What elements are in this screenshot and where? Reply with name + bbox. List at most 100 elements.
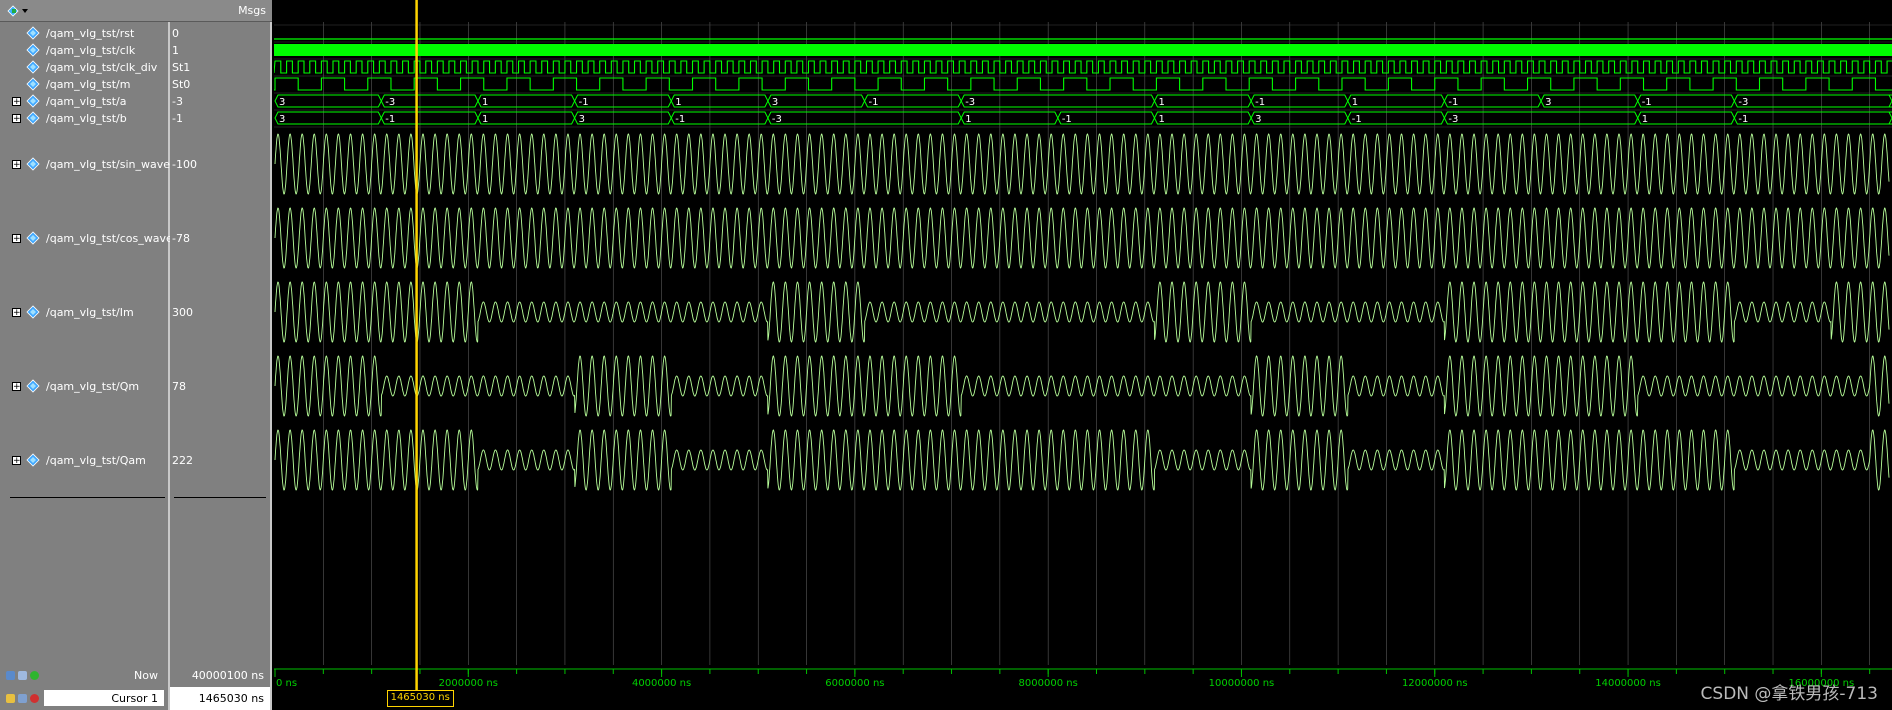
signal-name-pane: /qam_vlg_tst/rst/qam_vlg_tst/clk/qam_vlg… <box>0 22 173 665</box>
time-ruler[interactable]: 0 ns 2000000 ns 4000000 ns 6000000 ns 800000… <box>274 665 1892 710</box>
now-value-box: 40000100 ns <box>170 665 272 687</box>
cursor-label: Cursor 1 <box>111 692 158 705</box>
bus_a-label: -1 <box>1448 97 1458 108</box>
bus_a-segment <box>1540 94 1639 108</box>
expand-icon[interactable]: + <box>12 234 21 244</box>
signal-value: 1 <box>172 44 179 57</box>
signal-value: -78 <box>172 232 190 245</box>
expand-icon[interactable]: + <box>12 308 21 318</box>
signal-name: /qam_vlg_tst/clk_div <box>46 61 158 74</box>
bus_b-label: -1 <box>1062 114 1072 125</box>
bus_a-label: 1 <box>482 97 488 108</box>
bus_b-segment <box>274 111 382 125</box>
waveform-pane[interactable]: 3 -3 1 -1 1 3 -1 -3 1 -1 1 -1 3 -1 -3 1 3 -1 1 3 -1 -3 1 -1 1 3 -1… <box>273 0 1892 665</box>
bus_a-segment <box>767 94 866 108</box>
expand-icon[interactable]: + <box>12 382 21 392</box>
bus_a-segment <box>1443 94 1542 108</box>
waveform-canvas[interactable]: 3 -3 1 -1 1 3 -1 -3 1 -1 1 -1 3 -1 -3 1 3 -1 1 3 -1 -3 1 -1 1 3 -1… <box>273 0 1892 665</box>
bus_b-label: 1 <box>482 114 488 125</box>
ruler-tick-label: 10000000 ns <box>1209 678 1275 689</box>
bus_a-label: -1 <box>1255 97 1265 108</box>
lock-icon[interactable] <box>6 694 15 703</box>
cursor-label-box: Cursor 1 <box>0 687 170 710</box>
zoom-icon[interactable] <box>6 671 15 680</box>
signal-value: St1 <box>172 61 191 74</box>
insert-cursor-icon[interactable] <box>18 671 27 680</box>
bus_b-label: 3 <box>1255 114 1261 125</box>
bus_b-segment <box>1057 111 1156 125</box>
bus_b-segment <box>1250 111 1349 125</box>
bus_b-segment <box>1347 111 1445 125</box>
expand-icon[interactable]: + <box>12 114 21 124</box>
bus_b-label: 3 <box>279 114 285 125</box>
cursor-value: 1465030 ns <box>198 692 264 705</box>
bus_b-segment <box>477 111 576 125</box>
bus_b-label: -1 <box>385 114 395 125</box>
bus_a-label: -3 <box>1738 97 1748 108</box>
delete-cursor-icon[interactable] <box>30 694 39 703</box>
signal-name: /qam_vlg_tst/m <box>46 78 131 91</box>
signal-diamond-icon <box>26 305 40 319</box>
signal-diamond-icon <box>26 60 40 74</box>
bus_a-label: -3 <box>965 97 975 108</box>
ruler-tick-label: 0 ns <box>276 678 297 689</box>
bus_b-segment <box>767 111 962 125</box>
bus_b-segment <box>670 111 769 125</box>
signal-name: /qam_vlg_tst/sin_wave <box>46 158 171 171</box>
modelsim-wave-window: Msgs /qam_vlg_tst/rst/qam_vlg_tst/clk/qa… <box>0 0 1892 710</box>
bus_b-label: -3 <box>1448 114 1458 125</box>
bus_b-segment <box>1443 111 1639 125</box>
expand-icon[interactable]: + <box>12 160 21 170</box>
bus_a-label: 3 <box>1545 97 1551 108</box>
bus_b-segment <box>574 111 672 125</box>
bus_b-label: -1 <box>675 114 685 125</box>
ruler-tick-label: 14000000 ns <box>1595 678 1661 689</box>
signal-diamond-icon <box>26 26 40 40</box>
cursor-value-box[interactable]: 1465030 ns <box>170 687 272 710</box>
add-cursor-icon[interactable] <box>30 671 39 680</box>
insertion-divider <box>10 497 165 498</box>
signal-diamond-icon <box>26 111 40 125</box>
signal-diamond-icon <box>26 43 40 57</box>
signal-name: /qam_vlg_tst/Qam <box>46 454 146 467</box>
ruler-tick-label: 8000000 ns <box>1019 678 1078 689</box>
signal-diamond-icon <box>26 231 40 245</box>
bus_a-segment <box>380 94 479 108</box>
signal-value: 300 <box>172 306 193 319</box>
signal-name-header <box>0 0 170 22</box>
signal-name: /qam_vlg_tst/rst <box>46 27 135 40</box>
bus_b-label: -3 <box>772 114 782 125</box>
sin-wave-trace <box>274 133 1890 195</box>
bus_a-label: 3 <box>772 97 778 108</box>
bus_a-segment <box>863 94 962 108</box>
signal-name: /qam_vlg_tst/a <box>46 95 127 108</box>
signal-name: /qam_vlg_tst/Im <box>46 306 134 319</box>
signal-value: 78 <box>172 380 186 393</box>
bus_a-label: 1 <box>675 97 681 108</box>
bus_a-label: -1 <box>869 97 879 108</box>
edit-cursor-icon[interactable] <box>18 694 27 703</box>
signal-diamond-icon <box>26 157 40 171</box>
bus_b-label: 1 <box>1642 114 1648 125</box>
now-label: Now <box>134 669 158 682</box>
bus_b-segment <box>380 111 479 125</box>
bus_a-label: -1 <box>579 97 589 108</box>
insertion-divider <box>174 497 266 498</box>
now-label-box: Now <box>0 665 170 687</box>
expand-icon[interactable]: + <box>12 456 21 466</box>
bus_b-segment <box>960 111 1059 125</box>
bus_a-segment <box>274 94 382 108</box>
signal-value-pane: 0 1 St1 St0 -3 -1 -100 -78 300 78 222 <box>170 22 272 665</box>
wave-tool-icon[interactable] <box>6 4 30 18</box>
expand-icon[interactable]: + <box>12 97 21 107</box>
cursor-time-flag[interactable]: 1465030 ns <box>386 690 454 707</box>
bus_a-segment <box>1153 94 1252 108</box>
signal-value: 0 <box>172 27 179 40</box>
signal-diamond-icon <box>26 77 40 91</box>
bus_b-label: -1 <box>1738 114 1748 125</box>
signal-value: 222 <box>172 454 193 467</box>
signal-name: /qam_vlg_tst/Qm <box>46 380 140 393</box>
bus_a-segment <box>1733 94 1892 108</box>
bus_a-label: 1 <box>1352 97 1358 108</box>
signal-name: /qam_vlg_tst/b <box>46 112 127 125</box>
